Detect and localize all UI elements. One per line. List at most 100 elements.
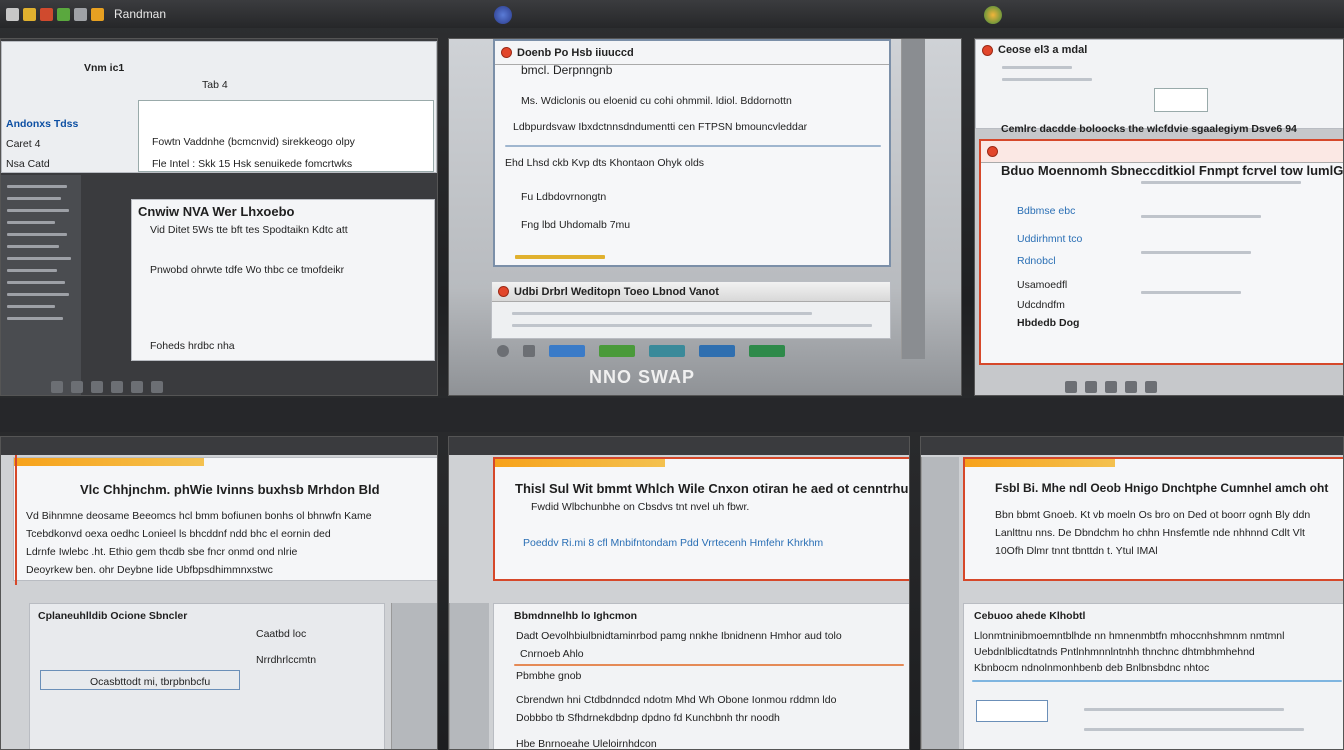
close-dot-icon[interactable] (501, 47, 512, 58)
app-icon-4[interactable] (57, 7, 70, 21)
tool-icon[interactable] (71, 381, 83, 393)
tile3-title: Ceose el3 a mdal (998, 44, 1088, 56)
app-icon[interactable] (749, 345, 785, 357)
close-dot-icon[interactable] (987, 146, 998, 157)
tile5-lower-row-6: Hbe Bnrnoeahe Uleloirnhdcon (516, 738, 657, 750)
tile2-subtitle: bmcl. Derpnngnb (521, 63, 613, 77)
tile5-lower-row-2: Cnrnoeb Ahlo (520, 648, 584, 660)
tile5-lower-pane: Bbmdnnelhb lo Ighcmon Dadt Oevolhbiulbni… (493, 603, 909, 750)
tile1-sidebar-item-1[interactable]: Andonxs Tdss (6, 118, 78, 130)
tile6-lower-row-3: Kbnbocm ndnolnmonhbenb deb Bnlbnsbdnc nh… (974, 662, 1210, 674)
window-tile-5[interactable]: Thisl Sul Wit bmmt Whlch Wile Cnxon otir… (448, 436, 910, 750)
tile1-main-pane: Vnm ic1 Tab 4 Andonxs Tdss Caret 4 Nsa C… (1, 41, 437, 173)
tile4-input-field[interactable] (40, 670, 240, 690)
tile6-input-field[interactable] (976, 700, 1048, 722)
tile5-heading: Thisl Sul Wit bmmt Whlch Wile Cnxon otir… (515, 481, 910, 496)
app-icon[interactable] (599, 345, 635, 357)
tile4-heading: Vlc Chhjnchm. phWie Ivinns buxhsb Mrhdon… (80, 482, 380, 497)
tile3-main-pane: Ceose el3 a mdal (975, 39, 1343, 129)
tool-icon[interactable] (1145, 381, 1157, 393)
tool-icon[interactable] (51, 381, 63, 393)
tile4-para-2: Tcebdkonvd oexa oedhc Lonieel ls bhcddnf… (26, 528, 331, 540)
tile5-lower-row-5: Dobbbo tb Sfhdrnekdbdnp dpdno fd Kunchbn… (516, 712, 780, 724)
row-divider (0, 398, 1344, 432)
tile5-link-line[interactable]: Poeddv Ri.mi 8 cfl Mnbifntondam Pdd Vrrt… (523, 537, 823, 549)
tool-icon[interactable] (1125, 381, 1137, 393)
close-dot-icon[interactable] (982, 44, 993, 56)
tile4-side-panel (391, 603, 437, 749)
tile5-sub: Fwdid Wlbchunbhe on Cbsdvs tnt nvel uh f… (531, 501, 750, 513)
app-icon[interactable] (649, 345, 685, 357)
folder-icon[interactable] (523, 345, 535, 357)
tile5-side-panel (449, 603, 489, 749)
tile6-side-panel (921, 457, 959, 749)
tile3-row-4: Usamoedfl (1017, 279, 1068, 291)
tile5-lower-row-3: Pbmbhe gnob (516, 670, 582, 682)
tile2-subwin-title: Udbi Drbrl Weditopn Toeo Lbnod Vanot (514, 285, 719, 298)
tile2-taskbar-icons (497, 345, 785, 357)
tile1-row-6: Foheds hrdbc nha (150, 340, 235, 352)
tile4-para-4: Deoyrkew ben. ohr Deybne Iide Ubfbpsdhim… (26, 564, 273, 576)
tool-icon[interactable] (91, 381, 103, 393)
app-icon-6[interactable] (91, 7, 104, 21)
browser-orb-icon[interactable] (494, 6, 512, 24)
window-tile-2[interactable]: Doenb Po Hsb iiuuccd bmcl. Derpnngnb Ms.… (448, 38, 962, 396)
tile1-sidebar-item-3[interactable]: Nsa Catd (6, 158, 50, 170)
tile3-row-2[interactable]: Uddirhmnt tco (1017, 233, 1082, 245)
tile2-side-icons (901, 39, 925, 359)
app-icon-3[interactable] (40, 7, 53, 21)
window-tile-4[interactable]: Vlc Chhjnchm. phWie Ivinns buxhsb Mrhdon… (0, 436, 438, 750)
tile6-orange-bar (965, 459, 1115, 467)
tile1-row-1: Fowtn Vaddnhe (bcmcnvid) sirekkeogo olpy (152, 136, 355, 148)
tile1-toolbar (51, 381, 163, 393)
system-top-bar: Randman (0, 0, 1344, 28)
tile1-breadcrumb[interactable]: Vnm ic1 (84, 62, 124, 74)
tile6-lower-pane: Cebuoo ahede Klhobtl Llonmtninibmoemntbl… (963, 603, 1343, 749)
window-tile-1[interactable]: Vnm ic1 Tab 4 Andonxs Tdss Caret 4 Nsa C… (0, 38, 438, 396)
app-icon-1[interactable] (6, 7, 19, 21)
tile2-line-3: Ehd Lhsd ckb Kvp dts Khontaon Ohyk olds (505, 157, 705, 169)
tile5-lower-title: Bbmdnnelhb lo Ighcmon (514, 610, 638, 622)
tile4-sub-row-2: Caatbd loc (256, 628, 307, 640)
tile6-red-window[interactable]: Fsbl Bi. Mhe ndl Oeob Hnigo Dnchtphe Cum… (963, 457, 1343, 581)
tile4-para-1: Vd Bihnmne deosame Beeomcs hcl bmm bofiu… (26, 510, 372, 522)
app-icon-5[interactable] (74, 7, 87, 21)
tile1-tab-label[interactable]: Tab 4 (202, 79, 228, 91)
power-icon[interactable] (497, 345, 509, 357)
tile3-input-box[interactable] (1154, 88, 1208, 112)
tool-icon[interactable] (1105, 381, 1117, 393)
app-icon-2[interactable] (23, 7, 36, 21)
tool-icon[interactable] (1065, 381, 1077, 393)
tile3-banner: Cemlrc dacdde boloocks the wlcfdvie sgaa… (1001, 123, 1297, 135)
tile4-red-edge (15, 455, 17, 585)
browser-orb-icon-2[interactable] (984, 6, 1002, 24)
close-dot-icon[interactable] (498, 286, 509, 297)
app-icon[interactable] (699, 345, 735, 357)
tile3-row-3[interactable]: Rdnobcl (1017, 255, 1056, 267)
tile1-sidebar-item-2[interactable]: Caret 4 (6, 138, 40, 150)
tool-icon[interactable] (131, 381, 143, 393)
tile3-row-1[interactable]: Bdbmse ebc (1017, 205, 1075, 217)
tool-icon[interactable] (111, 381, 123, 393)
tile1-row-5: Pnwobd ohrwte tdfe Wo thbc ce tmofdeikr (150, 264, 345, 276)
tile2-line-4: Fu Ldbdovrnongtn (521, 191, 607, 203)
tile2-bottom-brand: NNO SWAP (589, 367, 696, 387)
tile4-main-pane: Vlc Chhjnchm. phWie Ivinns buxhsb Mrhdon… (13, 457, 437, 581)
tile1-lower-pane: Cnwiw NVA Wer Lhxoebo Vid Ditet 5Ws tte … (131, 199, 435, 361)
app-icon[interactable] (549, 345, 585, 357)
tile3-row-6: Hbdedb Dog (1017, 317, 1080, 329)
tile2-main-pane: Doenb Po Hsb iiuuccd bmcl. Derpnngnb Ms.… (493, 39, 891, 267)
tile3-red-window[interactable]: Bduo Moennomh Sbneccditkiol Fnmpt fcrvel… (979, 139, 1343, 365)
tile2-line-2: Ldbpurdsvaw Ibxdctnnsdndumentti cen FTPS… (513, 121, 808, 133)
window-tile-6[interactable]: Fsbl Bi. Mhe ndl Oeob Hnigo Dnchtphe Cum… (920, 436, 1344, 750)
tile6-lower-row-1: Llonmtninibmoemntblhde nn hmnenmbtfn mho… (974, 630, 1285, 642)
tile2-sub-window[interactable]: Udbi Drbrl Weditopn Toeo Lbnod Vanot (491, 281, 891, 339)
window-tile-3[interactable]: Ceose el3 a mdal Cemlrc dacdde boloocks … (974, 38, 1344, 396)
tile2-title: Doenb Po Hsb iiuuccd (517, 46, 634, 59)
tool-icon[interactable] (151, 381, 163, 393)
tile6-lower-row-2: Uebdnlblicdtatnds Pntlnhmnnlntnhh thnchn… (974, 646, 1255, 658)
tool-icon[interactable] (1085, 381, 1097, 393)
tile2-line-1: Ms. Wdiclonis ou eloenid cu cohi ohmmil.… (521, 95, 792, 107)
tile5-red-window[interactable]: Thisl Sul Wit bmmt Whlch Wile Cnxon otir… (493, 457, 910, 581)
tile6-lower-title: Cebuoo ahede Klhobtl (974, 610, 1086, 622)
